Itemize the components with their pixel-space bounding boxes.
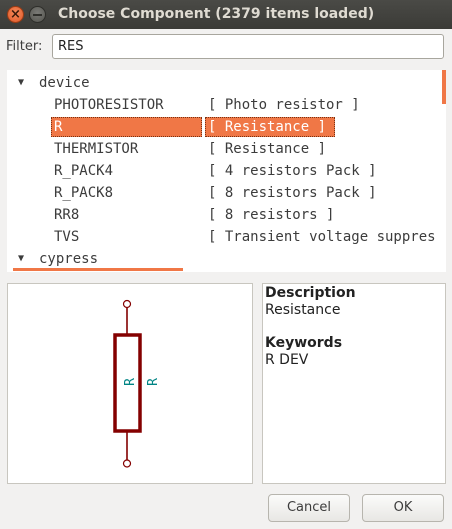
item-name: PHOTORESISTOR (54, 97, 164, 113)
item-description: [ Transient voltage suppres (208, 229, 436, 245)
expand-arrow-icon[interactable]: ▼ (18, 248, 24, 270)
window-title: Choose Component (2379 items loaded) (58, 6, 375, 22)
pin-bottom-icon (122, 459, 132, 468)
tree-group-cypress[interactable]: ▼ cypress (7, 248, 446, 270)
symbol-preview: R R (7, 283, 253, 484)
item-description: [ 4 resistors Pack ] (208, 163, 377, 179)
item-description: [ Resistance ] (208, 119, 327, 135)
description-text: Resistance (265, 302, 341, 318)
value-label: R (146, 378, 161, 386)
component-info: Description Resistance Keywords R DEV (262, 283, 446, 484)
title-bar: × Choose Component (2379 items loaded) (0, 0, 452, 29)
item-description: [ 8 resistors ] (208, 207, 335, 223)
group-label: cypress (39, 251, 99, 267)
tree-item[interactable]: THERMISTOR [ Resistance ] (7, 138, 446, 160)
vertical-scrollbar[interactable] (442, 70, 446, 104)
item-name: THERMISTOR (54, 141, 139, 157)
item-description: [ Photo resistor ] (208, 97, 360, 113)
tree-item[interactable]: PHOTORESISTOR [ Photo resistor ] (7, 94, 446, 116)
tree-item[interactable]: RR8 [ 8 resistors ] (7, 204, 446, 226)
minimize-icon (33, 14, 42, 16)
selection-highlight (51, 117, 202, 137)
tree-item[interactable]: R_PACK8 [ 8 resistors Pack ] (7, 182, 446, 204)
ref-label: R (123, 378, 138, 386)
keywords-heading: Keywords (265, 335, 343, 351)
item-name: TVS (54, 229, 80, 245)
group-label: device (39, 75, 90, 91)
item-description: [ 8 resistors Pack ] (208, 185, 377, 201)
item-name: R_PACK8 (54, 185, 114, 201)
description-heading: Description (265, 285, 356, 301)
cancel-button[interactable]: Cancel (268, 494, 350, 522)
minimize-button[interactable] (29, 6, 46, 23)
resistor-symbol: R R (113, 299, 161, 468)
expand-arrow-icon[interactable]: ▼ (18, 72, 24, 94)
filter-input[interactable]: RES (52, 34, 444, 59)
tree-item[interactable]: TVS [ Transient voltage suppres (7, 226, 446, 248)
tree-item[interactable]: R_PACK4 [ 4 resistors Pack ] (7, 160, 446, 182)
item-name: RR8 (54, 207, 80, 223)
item-name: R (54, 119, 63, 135)
ok-button[interactable]: OK (362, 494, 444, 522)
item-description: [ Resistance ] (208, 141, 327, 157)
tree-item-selected[interactable]: R [ Resistance ] (7, 116, 446, 138)
tree-group-device[interactable]: ▼ device (7, 72, 446, 94)
item-name: R_PACK4 (54, 163, 114, 179)
close-icon: × (10, 7, 21, 22)
component-tree[interactable]: ▼ device PHOTORESISTOR [ Photo resistor … (7, 70, 446, 272)
pin-top-icon (122, 299, 132, 309)
close-button[interactable]: × (7, 6, 24, 23)
horizontal-scrollbar[interactable] (13, 268, 183, 271)
keywords-text: R DEV (265, 352, 309, 368)
filter-label: Filter: (6, 39, 43, 54)
